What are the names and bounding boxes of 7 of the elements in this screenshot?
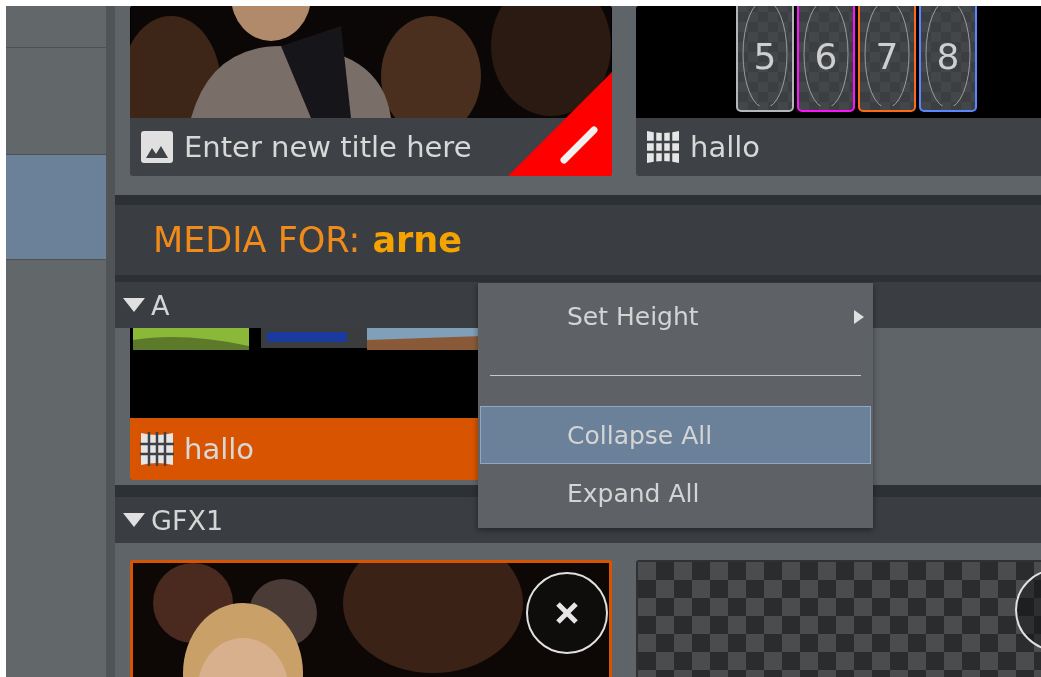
user-name: arne	[372, 220, 462, 260]
card-title: hallo	[184, 432, 254, 466]
header-label: MEDIA FOR:	[153, 220, 361, 260]
card-title: hallo	[690, 130, 760, 164]
group-name: GFX1	[151, 504, 224, 536]
card-title: Enter new title here	[184, 130, 472, 164]
group-name: A	[151, 289, 170, 321]
